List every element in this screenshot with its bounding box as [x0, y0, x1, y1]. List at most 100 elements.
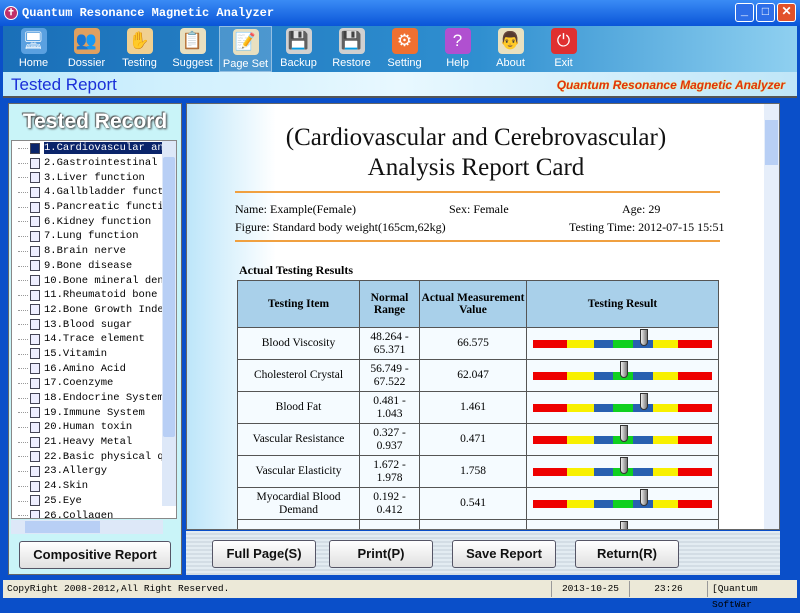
- maximize-button[interactable]: □: [756, 3, 775, 22]
- toolbar-about-button[interactable]: 👨 About: [484, 26, 537, 72]
- gauge-segment: [678, 467, 713, 476]
- record-label: 19.Immune System: [44, 406, 145, 419]
- record-item[interactable]: 7.Lung function: [12, 229, 176, 244]
- record-label: 15.Vitamin: [44, 347, 108, 360]
- gauge-segment: [653, 435, 679, 444]
- gauge-segment: [566, 499, 594, 508]
- save-report-button[interactable]: Save Report: [452, 540, 556, 568]
- return-button[interactable]: Return(R): [575, 540, 679, 568]
- document-icon: [30, 392, 40, 404]
- document-icon: [30, 319, 40, 331]
- cell-item: Myocardial Blood: [237, 519, 360, 529]
- record-item[interactable]: 16.Amino Acid: [12, 361, 176, 376]
- record-item[interactable]: 2.Gastrointestinal f: [12, 156, 176, 171]
- toolbar-page-set-button[interactable]: 📝 Page Set: [219, 26, 272, 72]
- record-item[interactable]: 24.Skin: [12, 479, 176, 494]
- record-item[interactable]: 6.Kidney function: [12, 214, 176, 229]
- record-item[interactable]: 3.Liver function: [12, 170, 176, 185]
- record-label: 9.Bone disease: [44, 259, 133, 272]
- status-bar: CopyRight 2008-2012,All Right Reserved. …: [3, 580, 797, 610]
- close-button[interactable]: ✕: [777, 3, 796, 22]
- report-scrollbar[interactable]: [764, 104, 779, 529]
- gauge-segment: [593, 435, 614, 444]
- compositive-report-button[interactable]: Compositive Report: [19, 541, 171, 569]
- toolbar-setting-button[interactable]: ⚙ Setting: [378, 26, 431, 72]
- vertical-scrollbar[interactable]: [162, 141, 176, 506]
- status-date: 2013-10-25: [551, 581, 629, 597]
- gauge-segment: [593, 499, 614, 508]
- hand-icon: ✋: [126, 28, 153, 54]
- cell-range: 0.481 - 1.043: [359, 391, 420, 424]
- record-item[interactable]: 4.Gallbladder functi: [12, 185, 176, 200]
- toolbar-backup-button[interactable]: 💾 Backup: [272, 26, 325, 72]
- record-item[interactable]: 23.Allergy: [12, 464, 176, 479]
- gauge-segment: [593, 403, 614, 412]
- page-title: Tested Report: [11, 75, 117, 94]
- toolbar-testing-button[interactable]: ✋ Testing: [113, 26, 166, 72]
- cell-value: 1.758: [419, 455, 527, 488]
- cell-value: 62.047: [419, 359, 527, 392]
- cell-item: Vascular Resistance: [237, 423, 360, 456]
- full-page-button[interactable]: Full Page(S): [212, 540, 316, 568]
- gauge-pointer-icon: [640, 392, 649, 410]
- record-item[interactable]: 26.Collagen: [12, 508, 176, 518]
- gauge-segment: [633, 371, 654, 380]
- record-item[interactable]: 11.Rheumatoid bone d: [12, 288, 176, 303]
- gauge-segment: [566, 467, 594, 476]
- record-item[interactable]: 18.Endocrine System: [12, 391, 176, 406]
- result-gauge: [532, 360, 713, 380]
- gauge-segment: [532, 467, 567, 476]
- record-item[interactable]: 17.Coenzyme: [12, 376, 176, 391]
- toolbar-suggest-button[interactable]: 📋 Suggest: [166, 26, 219, 72]
- patient-figure: Figure: Standard body weight(165cm,62kg): [235, 220, 446, 234]
- record-label: 10.Bone mineral dens: [44, 274, 171, 287]
- record-item[interactable]: 13.Blood sugar: [12, 317, 176, 332]
- gauge-segment: [653, 339, 679, 348]
- cell-range: 0.192 - 0.412: [359, 487, 420, 520]
- table-row: Blood Fat 0.481 - 1.043 1.461: [237, 391, 719, 424]
- record-item[interactable]: 20.Human toxin: [12, 420, 176, 435]
- record-label: 3.Liver function: [44, 171, 145, 184]
- cell-result: [526, 487, 719, 520]
- record-label: 6.Kidney function: [44, 215, 152, 228]
- toolbar-label: Backup: [280, 57, 317, 69]
- patient-sex: Sex: Female: [449, 202, 509, 216]
- document-icon: [30, 260, 40, 272]
- record-item[interactable]: 1.Cardiovascular and: [12, 141, 176, 156]
- toolbar-home-button[interactable]: 🖥 Home: [7, 26, 60, 72]
- cell-result: [526, 455, 719, 488]
- cell-range: 4.832 -: [359, 519, 420, 529]
- record-item[interactable]: 15.Vitamin: [12, 347, 176, 362]
- document-icon: [30, 333, 40, 345]
- record-item[interactable]: 19.Immune System: [12, 405, 176, 420]
- cell-result: [526, 519, 719, 529]
- record-item[interactable]: 8.Brain nerve: [12, 244, 176, 259]
- record-label: 2.Gastrointestinal f: [44, 157, 171, 170]
- toolbar-help-button[interactable]: ? Help: [431, 26, 484, 72]
- cell-value: 0.541: [419, 487, 527, 520]
- document-icon: [30, 421, 40, 433]
- gauge-segment: [566, 403, 594, 412]
- record-item[interactable]: 5.Pancreatic functio: [12, 200, 176, 215]
- record-item[interactable]: 14.Trace element: [12, 332, 176, 347]
- toolbar-exit-button[interactable]: ⏻ Exit: [537, 26, 590, 72]
- record-item[interactable]: 12.Bone Growth Index: [12, 303, 176, 318]
- gauge-segment: [532, 435, 567, 444]
- sidebar-title: Tested Record: [22, 110, 168, 133]
- toolbar-restore-button[interactable]: 💾 Restore: [325, 26, 378, 72]
- minimize-button[interactable]: _: [735, 3, 754, 22]
- gauge-segment: [678, 339, 713, 348]
- document-icon: [30, 186, 40, 198]
- toolbar-dossier-button[interactable]: 👥 Dossier: [60, 26, 113, 72]
- record-item[interactable]: 10.Bone mineral dens: [12, 273, 176, 288]
- toolbar-label: Dossier: [67, 57, 106, 69]
- record-item[interactable]: 9.Bone disease: [12, 259, 176, 274]
- restore-icon: 💾: [338, 28, 365, 54]
- record-label: 20.Human toxin: [44, 421, 133, 434]
- record-item[interactable]: 22.Basic physical qu: [12, 449, 176, 464]
- horizontal-scrollbar[interactable]: [11, 520, 163, 534]
- record-label: 17.Coenzyme: [44, 377, 114, 390]
- record-item[interactable]: 25.Eye: [12, 494, 176, 509]
- record-item[interactable]: 21.Heavy Metal: [12, 435, 176, 450]
- print-button[interactable]: Print(P): [329, 540, 433, 568]
